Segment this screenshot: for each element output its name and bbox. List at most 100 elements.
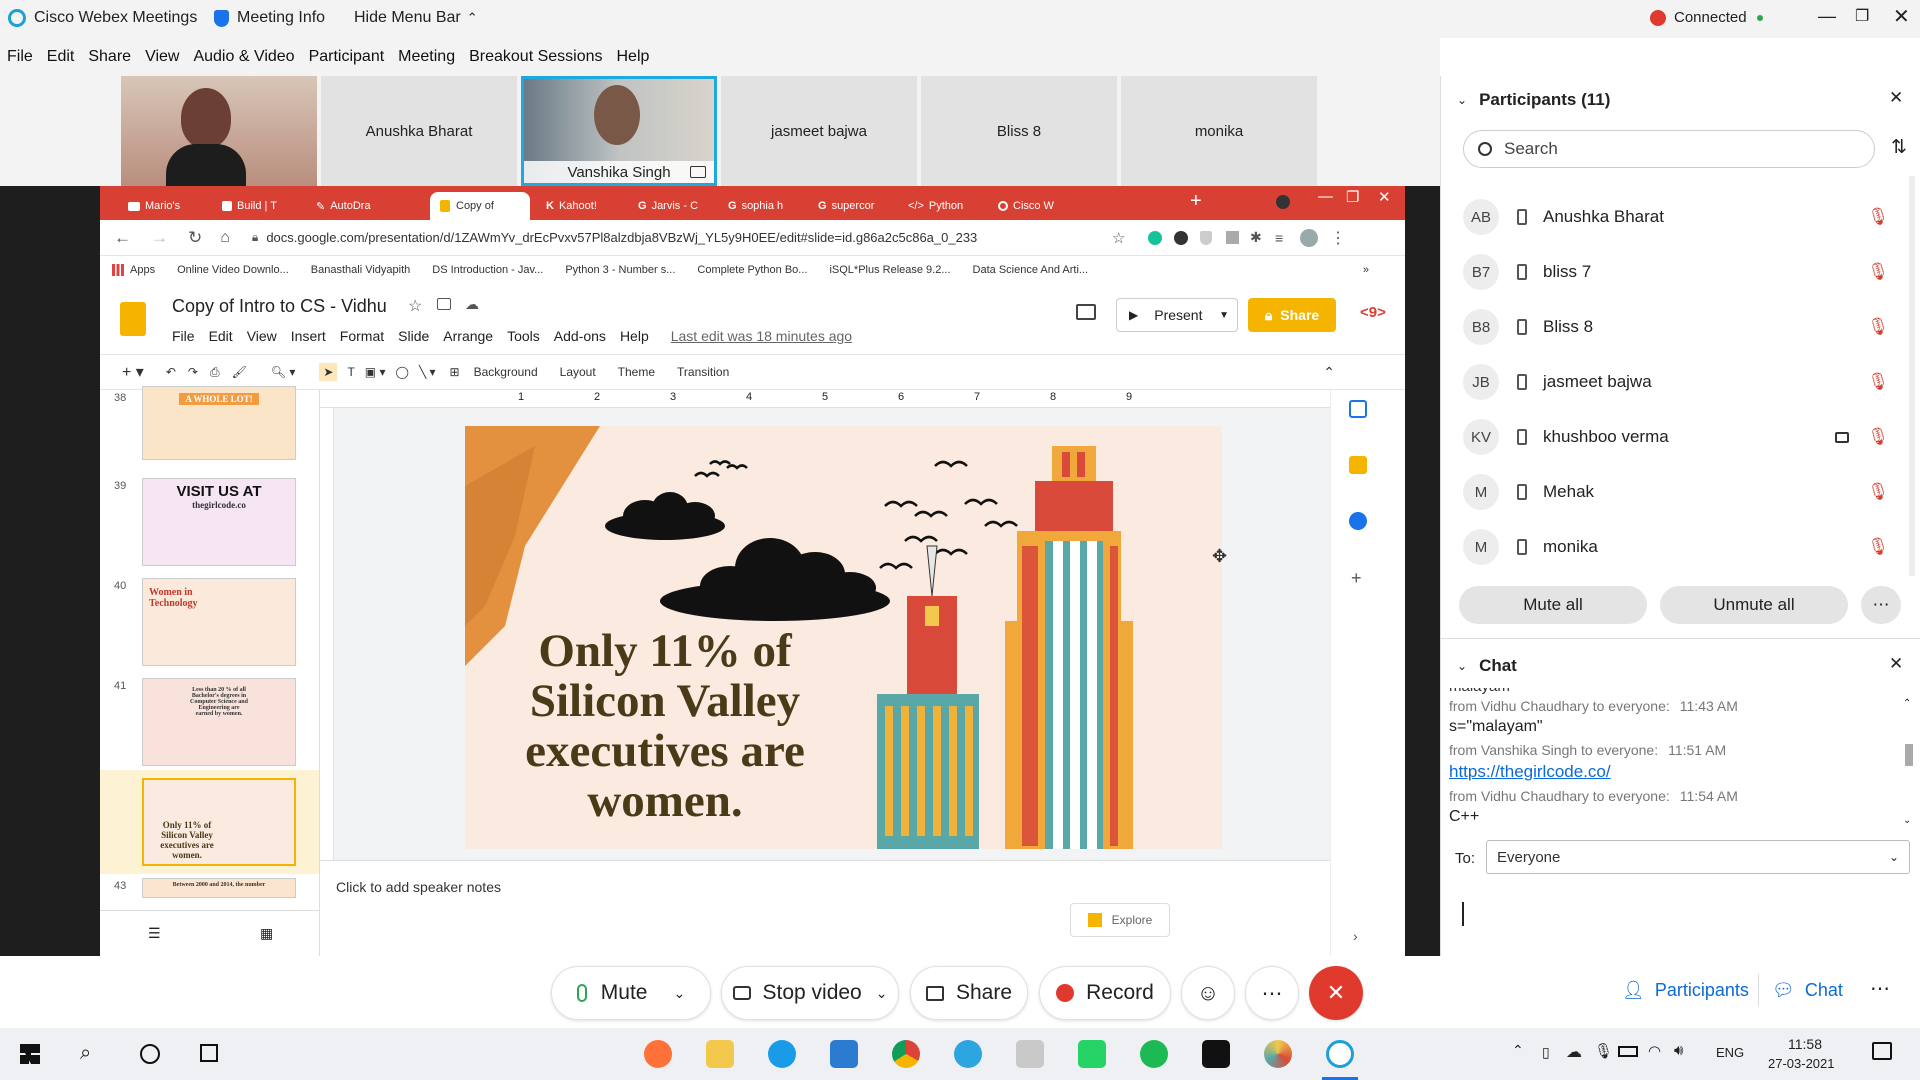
slide-thumb-38[interactable]: A WHOLE LOT! [142,386,296,460]
menu-participant[interactable]: Participant [309,48,385,66]
browser-tab[interactable]: </> Python [898,192,988,220]
slide-thumb-43[interactable]: Between 2000 and 2014, the number [142,878,296,898]
mic-muted-icon[interactable]: 🎙︎ [1867,207,1889,227]
tab-search-icon[interactable] [1276,195,1290,209]
new-tab-icon[interactable]: + [1190,190,1202,213]
last-edit-link[interactable]: Last edit was 18 minutes ago [671,328,852,344]
mute-all-button[interactable]: Mute all [1459,586,1647,624]
reading-list-icon[interactable]: ≡ [1275,230,1283,246]
extensions-puzzle-icon[interactable]: ✱ [1250,229,1262,246]
scroll-thumb[interactable] [1905,744,1913,766]
redo-icon[interactable]: ↷ [188,365,198,379]
menu-view[interactable]: View [145,48,179,66]
browser-tab[interactable]: Cisco W [988,192,1078,220]
expand-panel-icon[interactable]: › [1353,928,1358,944]
photos-icon[interactable] [1264,1040,1292,1068]
layout-button[interactable]: Layout [560,365,596,379]
slides-menu-arrange[interactable]: Arrange [443,328,493,344]
video-tile-self[interactable] [121,76,317,186]
calendar-icon[interactable] [1349,400,1367,418]
present-button[interactable]: ▶ Present ▼ [1116,298,1238,332]
reactions-button[interactable]: ☺ [1181,966,1235,1020]
keep-icon[interactable] [1349,456,1367,474]
browser-menu-icon[interactable]: ⋮ [1330,228,1346,248]
zoom-icon[interactable]: 🔍︎ ▾ [271,365,296,379]
browser-tab[interactable]: Build | T [212,192,302,220]
menu-meeting[interactable]: Meeting [398,48,455,66]
mic-muted-icon[interactable]: 🎙︎ [1867,427,1889,447]
cortana-icon[interactable] [140,1044,160,1064]
shape-tool-icon[interactable]: ◯ [396,365,409,379]
slides-menu-help[interactable]: Help [620,328,649,344]
tasks-icon[interactable] [1349,512,1367,530]
extension-pinterest-icon[interactable] [1174,230,1188,245]
unmute-all-button[interactable]: Unmute all [1660,586,1848,624]
participant-row[interactable]: M Mehak 🎙︎ [1463,465,1903,519]
bookmark-item[interactable]: DS Introduction - Jav... [432,264,543,276]
close-window-icon[interactable]: ✕ [1893,4,1910,29]
volume-icon[interactable]: 🔊︎ [1674,1042,1683,1059]
scroll-down-icon[interactable]: ⌄ [1903,815,1911,826]
browser-minimize-icon[interactable]: — [1318,188,1333,205]
participant-row[interactable]: M monika 🎙︎ [1463,520,1903,574]
notifications-icon[interactable] [1872,1042,1892,1060]
select-tool-icon[interactable]: ➤ [319,363,338,381]
collapse-toolbar-icon[interactable]: ⌃ [1323,364,1335,381]
profile-avatar-icon[interactable] [1300,228,1318,247]
whatsapp-icon[interactable] [1078,1040,1106,1068]
browser-tab[interactable]: ✎ AutoDra [306,192,396,220]
video-tile-monika[interactable]: monika [1121,76,1317,186]
mic-muted-icon[interactable]: 🎙︎ [1867,262,1889,282]
slides-menu-file[interactable]: File [172,328,195,344]
menu-help[interactable]: Help [617,48,650,66]
participant-row[interactable]: B8 Bliss 8 🎙︎ [1463,300,1903,354]
participants-panel-toggle[interactable]: 👤︎ Participants [1622,980,1749,1001]
webex-taskbar-icon[interactable] [1326,1040,1354,1068]
menu-share[interactable]: Share [88,48,131,66]
scroll-up-icon[interactable]: ⌃ [1903,698,1911,709]
url-field[interactable]: docs.google.com/presentation/d/1ZAWmYv_d… [266,230,977,245]
more-participant-options-button[interactable]: ⋯ [1861,586,1901,624]
participant-row[interactable]: B7 bliss 7 🎙︎ [1463,245,1903,299]
edge-icon[interactable] [768,1040,796,1068]
mic-muted-icon[interactable]: 🎙︎ [1867,372,1889,392]
mic-muted-icon[interactable]: 🎙︎ [1867,317,1889,337]
mute-button[interactable]: Mute ⌄ [551,966,711,1020]
browser-tab[interactable]: G Jarvis - C [628,192,718,220]
present-dropdown-icon[interactable]: ▼ [1219,310,1229,321]
slide-thumb-40[interactable]: Women in Technology [142,578,296,666]
stop-video-button[interactable]: Stop video ⌄ [721,966,899,1020]
transition-button[interactable]: Transition [677,365,729,379]
participants-scrollbar[interactable] [1909,176,1915,576]
meeting-info-button[interactable]: Meeting Info [214,9,325,27]
browser-tab[interactable]: Gsophia h [718,192,808,220]
textbox-tool-icon[interactable]: T [347,365,354,379]
hide-menu-bar-button[interactable]: Hide Menu Bar ⌃ [354,9,478,27]
participant-search-input[interactable]: Search [1463,130,1875,168]
chat-link[interactable]: https://thegirlcode.co/ [1449,762,1894,782]
chat-input[interactable] [1457,888,1905,948]
slides-menu-view[interactable]: View [247,328,277,344]
file-explorer-icon[interactable] [706,1040,734,1068]
search-icon[interactable]: ⌕ [80,1042,91,1065]
telegram-icon[interactable] [954,1040,982,1068]
browser-tab-active[interactable]: Copy of [430,192,530,220]
mic-tray-icon[interactable]: 🎙︎ [1594,1042,1613,1060]
device-icon[interactable]: ▯ [1542,1044,1550,1061]
wifi-icon[interactable]: ◠ [1648,1042,1661,1060]
explore-button[interactable]: Explore [1070,903,1170,937]
comment-add-icon[interactable]: ⊞ [450,365,460,379]
sort-list-icon[interactable]: ⇅ [1891,136,1907,159]
browser-tab[interactable]: Gsupercor [808,192,898,220]
chat-header[interactable]: ⌄ Chat [1457,656,1517,676]
reload-icon[interactable]: ↻ [188,228,202,248]
onedrive-icon[interactable]: ☁ [1566,1042,1582,1062]
video-tile-anushka[interactable]: Anushka Bharat [321,76,517,186]
task-view-icon[interactable] [200,1044,218,1062]
comment-icon[interactable] [1076,304,1096,320]
chrome-icon[interactable] [892,1040,920,1068]
share-button[interactable]: Share [910,966,1028,1020]
apps-grid-icon[interactable] [112,264,124,276]
bookmark-apps[interactable]: Apps [130,264,155,276]
spotify-icon[interactable] [1140,1040,1168,1068]
